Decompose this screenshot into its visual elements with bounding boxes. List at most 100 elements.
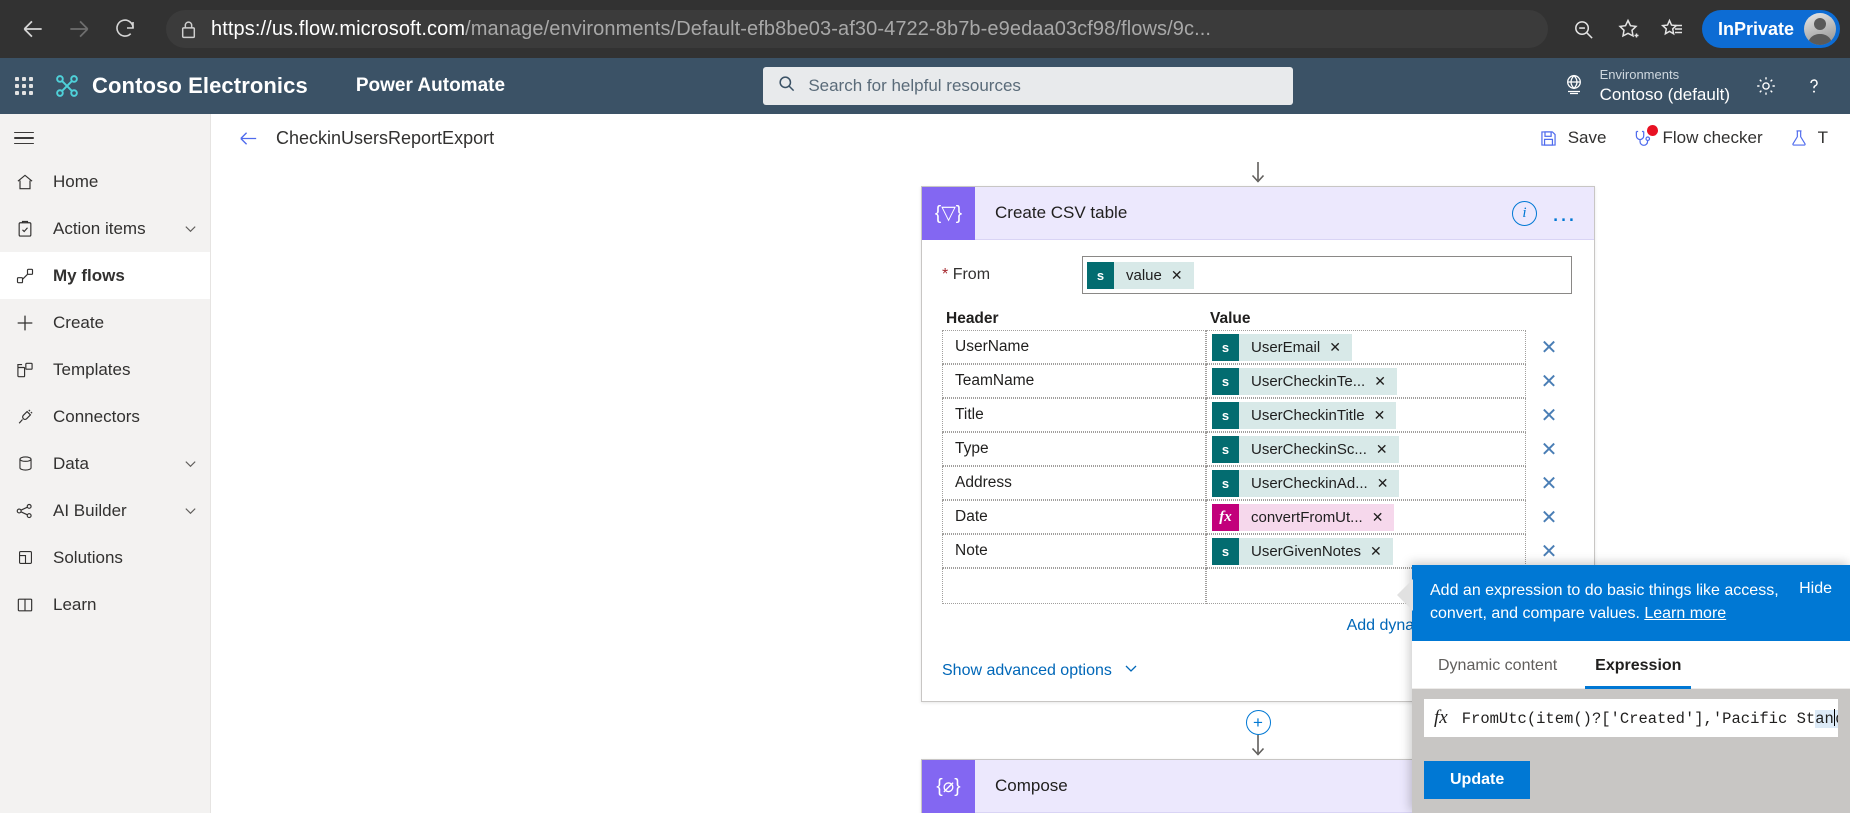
value-cell[interactable]: s UserGivenNotes ✕: [1206, 534, 1526, 568]
save-button[interactable]: Save: [1538, 128, 1606, 149]
dynamic-content-token[interactable]: s UserCheckinSc... ✕: [1212, 435, 1399, 463]
expression-token[interactable]: fx convertFromUt... ✕: [1212, 503, 1395, 531]
table-row[interactable]: Address s UserCheckinAd... ✕ ✕: [942, 466, 1572, 500]
expression-input[interactable]: fx FromUtc(item()?['Created'],'Pacific S…: [1424, 699, 1838, 737]
value-cell[interactable]: s UserCheckinTitle ✕: [1206, 398, 1526, 432]
app-name[interactable]: Power Automate: [356, 75, 505, 97]
help-question-icon[interactable]: [1792, 64, 1836, 108]
tab-dynamic-content[interactable]: Dynamic content: [1428, 641, 1567, 688]
dynamic-content-token[interactable]: s UserEmail ✕: [1212, 333, 1352, 361]
add-step-plus-icon[interactable]: +: [1245, 710, 1271, 735]
column-header-value: Value: [1210, 310, 1251, 327]
close-x-icon[interactable]: ✕: [1526, 505, 1572, 530]
token-remove-icon[interactable]: ✕: [1374, 407, 1397, 424]
chevron-down-icon[interactable]: [183, 456, 198, 471]
chevron-down-icon[interactable]: [183, 221, 198, 236]
token-remove-icon[interactable]: ✕: [1377, 475, 1400, 492]
dynamic-content-token[interactable]: s UserCheckinTitle ✕: [1212, 401, 1397, 429]
from-field-row: * From s value ✕: [942, 256, 1572, 294]
dynamic-content-token[interactable]: s UserCheckinAd... ✕: [1212, 469, 1400, 497]
learn-more-link[interactable]: Learn more: [1644, 605, 1726, 622]
value-cell[interactable]: s UserEmail ✕: [1206, 330, 1526, 364]
token-remove-icon[interactable]: ✕: [1329, 339, 1352, 356]
token-label: UserCheckinSc...: [1251, 440, 1367, 458]
browser-reload-button[interactable]: [102, 6, 148, 52]
token-remove-icon[interactable]: ✕: [1374, 373, 1397, 390]
table-row[interactable]: Date fx convertFromUt... ✕ ✕: [942, 500, 1572, 534]
close-x-icon[interactable]: ✕: [1526, 403, 1572, 428]
inprivate-profile-button[interactable]: InPrivate: [1701, 10, 1840, 48]
tab-expression[interactable]: Expression: [1585, 641, 1692, 689]
sidebar-item-templates[interactable]: Templates: [0, 346, 210, 393]
table-row[interactable]: Title s UserCheckinTitle ✕ ✕: [942, 398, 1572, 432]
header-cell[interactable]: Type: [942, 432, 1206, 466]
search-input[interactable]: [808, 76, 1280, 96]
dynamic-content-token[interactable]: s UserGivenNotes ✕: [1212, 537, 1393, 565]
search-box[interactable]: [763, 67, 1294, 105]
close-x-icon[interactable]: ✕: [1526, 437, 1572, 462]
dynamic-content-token[interactable]: s UserCheckinTe... ✕: [1212, 367, 1397, 395]
flow-checker-button[interactable]: Flow checker: [1632, 124, 1763, 149]
hamburger-menu-icon[interactable]: [0, 118, 210, 158]
token-label: UserEmail: [1251, 338, 1321, 356]
header-cell[interactable]: Address: [942, 466, 1206, 500]
token-remove-icon[interactable]: ✕: [1370, 543, 1393, 560]
table-row[interactable]: TeamName s UserCheckinTe... ✕ ✕: [942, 364, 1572, 398]
sidebar-item-learn[interactable]: Learn: [0, 581, 210, 628]
value-cell[interactable]: s UserCheckinAd... ✕: [1206, 466, 1526, 500]
header-cell-empty[interactable]: [942, 568, 1206, 604]
browser-address-bar[interactable]: https://us.flow.microsoft.com/manage/env…: [166, 10, 1548, 48]
close-x-icon[interactable]: ✕: [1526, 369, 1572, 394]
token-remove-icon[interactable]: ✕: [1372, 509, 1395, 526]
close-x-icon[interactable]: ✕: [1526, 471, 1572, 496]
header-cell[interactable]: UserName: [942, 330, 1206, 364]
collections-icon[interactable]: [1650, 7, 1694, 51]
sidebar-item-ai-builder[interactable]: AI Builder: [0, 487, 210, 534]
hide-button[interactable]: Hide: [1799, 579, 1832, 598]
header-cell[interactable]: Title: [942, 398, 1206, 432]
token-remove-icon[interactable]: ✕: [1171, 267, 1194, 284]
sidebar-item-data[interactable]: Data: [0, 440, 210, 487]
update-button[interactable]: Update: [1424, 761, 1531, 799]
search-icon: [777, 74, 796, 98]
sidebar-item-my-flows[interactable]: My flows: [0, 252, 210, 299]
compose-icon: {⌀}: [922, 759, 975, 813]
token-label: UserCheckinTe...: [1251, 372, 1366, 390]
brand[interactable]: Contoso Electronics: [48, 73, 308, 99]
token-label: UserCheckinTitle: [1251, 406, 1365, 424]
star-favorite-icon[interactable]: [1606, 7, 1650, 51]
sidebar-item-action-items[interactable]: Action items: [0, 205, 210, 252]
chevron-down-icon[interactable]: [183, 503, 198, 518]
card-header-actions: i …: [1512, 200, 1594, 226]
gear-settings-icon[interactable]: [1744, 64, 1788, 108]
browser-back-button[interactable]: [10, 6, 56, 52]
environment-selector[interactable]: Environments Contoso (default): [1552, 67, 1740, 105]
card-header[interactable]: {▽} Create CSV table i …: [922, 186, 1594, 240]
table-row[interactable]: Type s UserCheckinSc... ✕ ✕: [942, 432, 1572, 466]
table-row[interactable]: Note s UserGivenNotes ✕ ✕: [942, 534, 1572, 568]
environment-text: Environments Contoso (default): [1600, 67, 1730, 105]
value-cell[interactable]: fx convertFromUt... ✕: [1206, 500, 1526, 534]
sidebar-item-connectors[interactable]: Connectors: [0, 393, 210, 440]
value-cell[interactable]: s UserCheckinTe... ✕: [1206, 364, 1526, 398]
more-options-ellipsis-icon[interactable]: …: [1551, 201, 1578, 226]
close-x-icon[interactable]: ✕: [1526, 335, 1572, 360]
sidebar-item-solutions[interactable]: Solutions: [0, 534, 210, 581]
table-row[interactable]: UserName s UserEmail ✕ ✕: [942, 330, 1572, 364]
info-circle-icon[interactable]: i: [1512, 200, 1537, 226]
browser-forward-button[interactable]: [56, 6, 102, 52]
header-cell[interactable]: Date: [942, 500, 1206, 534]
zoom-out-icon[interactable]: [1562, 7, 1606, 51]
from-input[interactable]: s value ✕: [1082, 256, 1572, 294]
back-arrow-icon[interactable]: [237, 127, 260, 150]
app-launcher-waffle-icon[interactable]: [0, 77, 48, 95]
token-remove-icon[interactable]: ✕: [1376, 441, 1399, 458]
sidebar-item-home[interactable]: Home: [0, 158, 210, 205]
sidebar-item-create[interactable]: Create: [0, 299, 210, 346]
dynamic-content-token[interactable]: s value ✕: [1087, 261, 1194, 289]
close-x-icon[interactable]: ✕: [1526, 539, 1572, 564]
value-cell[interactable]: s UserCheckinSc... ✕: [1206, 432, 1526, 466]
test-button[interactable]: T: [1789, 128, 1828, 148]
header-cell[interactable]: Note: [942, 534, 1206, 568]
header-cell[interactable]: TeamName: [942, 364, 1206, 398]
